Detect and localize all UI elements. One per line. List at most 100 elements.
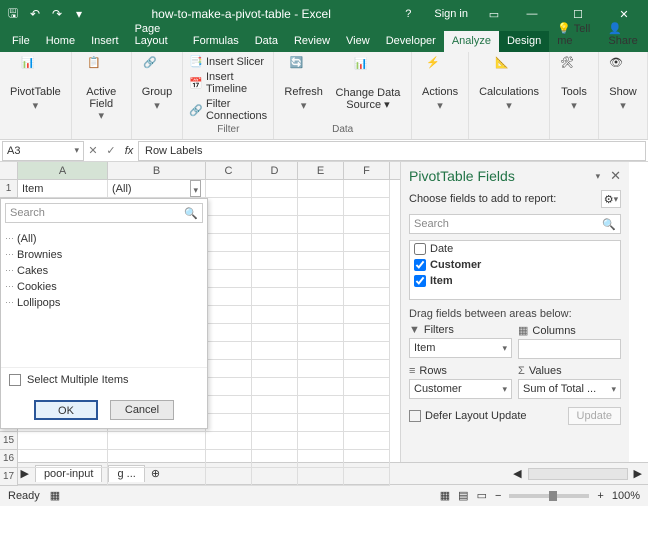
cell-a1[interactable]: Item (18, 180, 108, 198)
zoom-in-icon[interactable]: + (597, 490, 603, 502)
pane-close-icon[interactable]: ✕ (610, 168, 621, 184)
tell-me[interactable]: 💡 Tell me (549, 18, 600, 52)
cell-b1[interactable]: (All)▾ (108, 180, 206, 198)
col-header-d[interactable]: D (252, 162, 298, 179)
rows-area-label: ≡ Rows (409, 365, 512, 377)
field-customer[interactable]: Customer (410, 257, 620, 273)
ribbon-tabs: File Home Insert Page Layout Formulas Da… (0, 28, 648, 52)
tools-button[interactable]: 🛠Tools▾ (554, 54, 594, 114)
values-area[interactable]: Sum of Total ...▾ (518, 379, 621, 399)
display-options-icon[interactable]: ▭ (482, 0, 506, 28)
active-field-button[interactable]: 📋Active Field▾ (76, 54, 127, 124)
filter-connections-button: 🔗 Filter Connections (187, 97, 269, 123)
tab-review[interactable]: Review (286, 31, 338, 52)
data-group-label: Data (332, 124, 353, 137)
fields-search-input[interactable]: Search 🔍 (409, 214, 621, 234)
ok-button[interactable]: OK (34, 400, 98, 420)
search-icon: 🔍 (602, 218, 616, 231)
cancel-button[interactable]: Cancel (110, 400, 174, 420)
macro-record-icon[interactable]: ▦ (50, 489, 60, 502)
show-button[interactable]: 👁Show▾ (603, 54, 643, 114)
tab-home[interactable]: Home (38, 31, 83, 52)
filters-area[interactable]: Item▾ (409, 338, 512, 358)
group-button[interactable]: 🔗Group▾ (136, 54, 179, 114)
zoom-level[interactable]: 100% (612, 490, 640, 502)
sign-in-link[interactable]: Sign in (426, 8, 476, 20)
field-item[interactable]: Item (410, 273, 620, 289)
drag-label: Drag fields between areas below: (409, 308, 621, 320)
pane-subtitle: Choose fields to add to report: (409, 193, 556, 205)
pivottable-button[interactable]: 📊PivotTable▾ (4, 54, 67, 114)
select-multiple-checkbox[interactable]: Select Multiple Items (1, 367, 207, 392)
row-header[interactable]: 15 (0, 432, 18, 450)
enter-formula-icon[interactable]: ✓ (102, 144, 120, 157)
filter-item[interactable]: Lollipops (17, 295, 199, 311)
zoom-out-icon[interactable]: − (495, 490, 501, 502)
worksheet-grid[interactable]: A B C D E F 1 Item (All)▾ 151617 Search … (0, 162, 400, 462)
filter-dropdown-icon: ▾ (190, 180, 201, 197)
insert-timeline-button[interactable]: 📅 Insert Timeline (187, 70, 269, 96)
view-normal-icon[interactable]: ▦ (440, 489, 450, 502)
tab-file[interactable]: File (4, 31, 38, 52)
qat-more-icon[interactable]: ▾ (72, 7, 86, 21)
field-date[interactable]: Date (410, 241, 620, 257)
undo-icon[interactable]: ↶ (28, 7, 42, 21)
name-box[interactable]: A3▾ (2, 141, 84, 161)
rows-area[interactable]: Customer▾ (409, 379, 512, 399)
refresh-button[interactable]: 🔄Refresh▾ (278, 54, 329, 114)
formula-bar: A3▾ ✕ ✓ fx Row Labels (0, 140, 648, 162)
fx-icon[interactable]: fx (120, 145, 138, 157)
tab-view[interactable]: View (338, 31, 378, 52)
row-header[interactable]: 17 (0, 468, 18, 486)
insert-slicer-button[interactable]: 📑 Insert Slicer (187, 54, 266, 69)
defer-layout-checkbox[interactable]: Defer Layout Update (409, 410, 527, 422)
gear-icon[interactable]: ⚙ ▾ (601, 190, 621, 208)
tab-page-layout[interactable]: Page Layout (127, 19, 185, 52)
tab-formulas[interactable]: Formulas (185, 31, 247, 52)
help-icon[interactable]: ? (396, 0, 420, 28)
row-header-1[interactable]: 1 (0, 180, 18, 198)
values-area-label: Σ Values (518, 365, 621, 377)
col-header-a[interactable]: A (18, 162, 108, 179)
formula-input[interactable]: Row Labels (138, 141, 646, 161)
zoom-slider[interactable] (509, 494, 589, 498)
columns-area-label: ▦ Columns (518, 324, 621, 337)
hscroll-left-icon[interactable]: ◀ (513, 467, 521, 480)
col-header-e[interactable]: E (298, 162, 344, 179)
tab-insert[interactable]: Insert (83, 31, 127, 52)
tab-data[interactable]: Data (247, 31, 286, 52)
minimize-icon[interactable]: — (512, 0, 552, 28)
horizontal-scrollbar[interactable] (528, 468, 628, 480)
redo-icon[interactable]: ↷ (50, 7, 64, 21)
filter-group-label: Filter (217, 124, 239, 137)
row-header[interactable]: 16 (0, 450, 18, 468)
view-page-break-icon[interactable]: ▭ (477, 489, 487, 502)
ribbon: 📊PivotTable▾ 📋Active Field▾ 🔗Group▾ 📑 In… (0, 52, 648, 140)
update-button: Update (568, 407, 621, 425)
col-header-f[interactable]: F (344, 162, 390, 179)
col-header-b[interactable]: B (108, 162, 206, 179)
view-page-layout-icon[interactable]: ▤ (458, 489, 468, 502)
change-data-source-button[interactable]: 📊Change Data Source ▾ (329, 54, 407, 114)
tab-developer[interactable]: Developer (378, 31, 444, 52)
cancel-formula-icon[interactable]: ✕ (84, 144, 102, 157)
hscroll-right-icon[interactable]: ▶ (634, 467, 642, 480)
share-button[interactable]: 👤 Share (600, 18, 648, 52)
pane-dropdown-icon[interactable]: ▾ (596, 171, 601, 182)
filter-item-all[interactable]: (All) (17, 231, 199, 247)
filter-item[interactable]: Brownies (17, 247, 199, 263)
filter-item[interactable]: Cookies (17, 279, 199, 295)
tab-design[interactable]: Design (499, 31, 549, 52)
col-header-c[interactable]: C (206, 162, 252, 179)
tab-analyze[interactable]: Analyze (444, 31, 499, 52)
columns-area[interactable] (518, 339, 621, 359)
actions-button[interactable]: ⚡Actions▾ (416, 54, 464, 114)
filter-item-list: (All) Brownies Cakes Cookies Lollipops (1, 227, 207, 367)
filters-area-label: ▼ Filters (409, 324, 512, 336)
calculations-button[interactable]: 📐Calculations▾ (473, 54, 545, 114)
search-icon: 🔍 (184, 207, 198, 220)
filter-dropdown: Search 🔍 (All) Brownies Cakes Cookies Lo… (0, 198, 208, 429)
save-icon[interactable]: 🖫 (6, 7, 20, 21)
filter-search-input[interactable]: Search 🔍 (5, 203, 203, 223)
filter-item[interactable]: Cakes (17, 263, 199, 279)
